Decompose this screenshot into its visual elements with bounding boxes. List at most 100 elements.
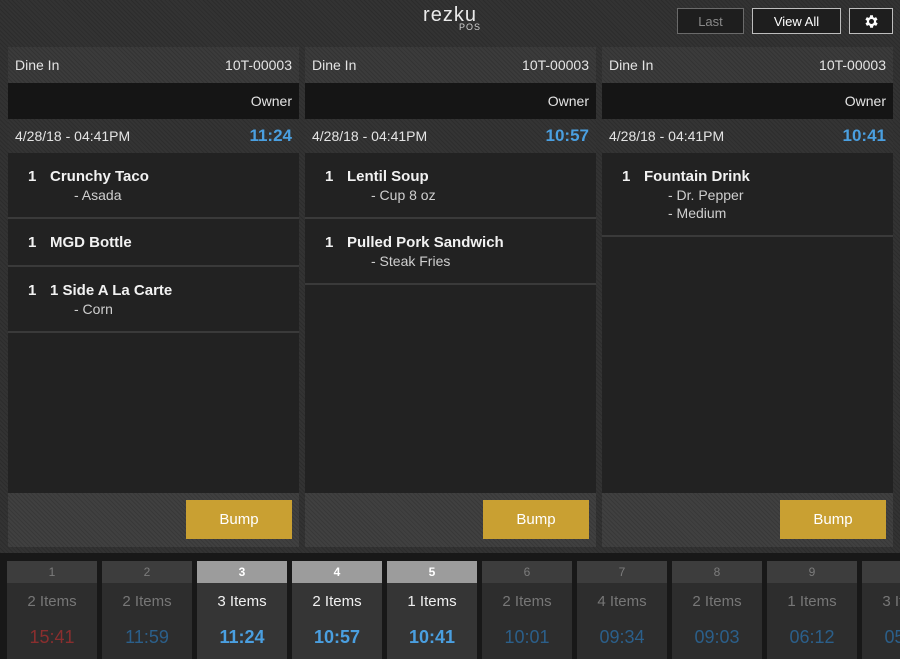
order-item[interactable]: 1 Fountain Drink - Dr. Pepper - Medium bbox=[602, 153, 893, 237]
gear-icon bbox=[864, 14, 878, 28]
bump-button[interactable]: Bump bbox=[780, 500, 886, 539]
queue-number: 3 bbox=[197, 561, 287, 583]
queue-timer: 09:03 bbox=[694, 626, 740, 647]
queue-number: 4 bbox=[292, 561, 382, 583]
queue-timer: 11:59 bbox=[125, 626, 169, 647]
item-qty: 1 bbox=[28, 234, 37, 251]
ticket-header: Dine In 10T-00003 bbox=[8, 47, 299, 83]
queue-item-count: 1 Items bbox=[407, 592, 457, 610]
logo-subtext: POS bbox=[459, 22, 482, 32]
item-modifier: - Corn bbox=[74, 301, 113, 317]
ticket-items: 1 Fountain Drink - Dr. Pepper - Medium bbox=[602, 153, 893, 237]
order-id: 10T-00003 bbox=[225, 57, 292, 73]
order-datetime: 4/28/18 - 04:41PM bbox=[312, 128, 428, 144]
order-id: 10T-00003 bbox=[819, 57, 886, 73]
ticket-queue-strip: 1 2 Items 15:41 2 2 Items 11:59 3 3 Item… bbox=[0, 553, 900, 659]
queue-item-count: 1 Items bbox=[787, 592, 837, 610]
queue-timer: 10:57 bbox=[313, 626, 361, 647]
ticket-items: 1 Lentil Soup - Cup 8 oz 1 Pulled Pork S… bbox=[305, 153, 596, 285]
order-datetime: 4/28/18 - 04:41PM bbox=[609, 128, 725, 144]
item-qty: 1 bbox=[28, 168, 37, 185]
order-item[interactable]: 1 1 Side A La Carte - Corn bbox=[8, 267, 299, 333]
item-qty: 1 bbox=[28, 282, 37, 299]
queue-item-count: 2 Items bbox=[122, 592, 172, 610]
queue-tile[interactable]: 3 3 Items 11:24 bbox=[197, 561, 287, 659]
ticket-owner-row: Owner bbox=[305, 83, 596, 119]
ticket-time-row: 4/28/18 - 04:41PM 10:41 bbox=[602, 119, 893, 153]
order-type: Dine In bbox=[15, 57, 60, 73]
item-qty: 1 bbox=[325, 168, 334, 185]
queue-timer: 05:48 bbox=[884, 626, 900, 647]
bump-button[interactable]: Bump bbox=[186, 500, 292, 539]
owner-label: Owner bbox=[250, 93, 292, 109]
queue-timer: 06:12 bbox=[789, 626, 835, 647]
order-datetime: 4/28/18 - 04:41PM bbox=[15, 128, 131, 144]
last-button[interactable]: Last bbox=[677, 8, 744, 34]
queue-timer: 09:34 bbox=[599, 626, 645, 647]
item-name: 1 Side A La Carte bbox=[50, 282, 173, 299]
queue-item-count: 2 Items bbox=[692, 592, 742, 610]
queue-item-count: 2 Items bbox=[312, 592, 362, 610]
order-item[interactable]: 1 Pulled Pork Sandwich - Steak Fries bbox=[305, 219, 596, 285]
ticket-time-row: 4/28/18 - 04:41PM 10:57 bbox=[305, 119, 596, 153]
item-name: Fountain Drink bbox=[644, 168, 750, 185]
order-item[interactable]: 1 MGD Bottle bbox=[8, 219, 299, 267]
ticket-owner-row: Owner bbox=[8, 83, 299, 119]
ticket-footer: Bump bbox=[602, 493, 893, 547]
queue-tile[interactable]: 6 2 Items 10:01 bbox=[482, 561, 572, 659]
elapsed-timer: 11:24 bbox=[249, 126, 292, 145]
queue-item-count: 2 Items bbox=[502, 592, 552, 610]
queue-number: 9 bbox=[767, 561, 857, 583]
settings-button[interactable] bbox=[849, 8, 893, 34]
queue-number: 8 bbox=[672, 561, 762, 583]
ticket-header: Dine In 10T-00003 bbox=[305, 47, 596, 83]
elapsed-timer: 10:41 bbox=[842, 126, 886, 145]
queue-tile[interactable]: 9 1 Items 06:12 bbox=[767, 561, 857, 659]
queue-tile[interactable]: 1 2 Items 15:41 bbox=[7, 561, 97, 659]
queue-timer: 15:41 bbox=[29, 626, 75, 647]
queue-timer: 11:24 bbox=[219, 626, 265, 647]
queue-item-count: 2 Items bbox=[27, 592, 77, 610]
view-all-button[interactable]: View All bbox=[752, 8, 841, 34]
queue-tile[interactable]: 10 3 Items 05:48 bbox=[862, 561, 900, 659]
order-item[interactable]: 1 Lentil Soup - Cup 8 oz bbox=[305, 153, 596, 219]
ticket-footer: Bump bbox=[8, 493, 299, 547]
item-qty: 1 bbox=[622, 168, 631, 185]
bump-button[interactable]: Bump bbox=[483, 500, 589, 539]
queue-number: 10 bbox=[862, 561, 900, 583]
ticket-footer: Bump bbox=[305, 493, 596, 547]
elapsed-timer: 10:57 bbox=[545, 126, 589, 145]
ticket-card[interactable]: Dine In 10T-00003 Owner 4/28/18 - 04:41P… bbox=[602, 47, 893, 547]
ticket-time-row: 4/28/18 - 04:41PM 11:24 bbox=[8, 119, 299, 153]
queue-item-count: 4 Items bbox=[597, 592, 647, 610]
item-modifier: - Cup 8 oz bbox=[371, 187, 436, 203]
queue-tile[interactable]: 2 2 Items 11:59 bbox=[102, 561, 192, 659]
ticket-header: Dine In 10T-00003 bbox=[602, 47, 893, 83]
item-name: Pulled Pork Sandwich bbox=[347, 234, 504, 251]
owner-label: Owner bbox=[547, 93, 589, 109]
queue-item-count: 3 Items bbox=[217, 592, 267, 610]
queue-number: 6 bbox=[482, 561, 572, 583]
queue-item-count: 3 Items bbox=[882, 592, 900, 610]
ticket-card[interactable]: Dine In 10T-00003 Owner 4/28/18 - 04:41P… bbox=[8, 47, 299, 547]
item-name: MGD Bottle bbox=[50, 234, 132, 251]
queue-tile[interactable]: 5 1 Items 10:41 bbox=[387, 561, 477, 659]
queue-tile[interactable]: 7 4 Items 09:34 bbox=[577, 561, 667, 659]
queue-timer: 10:41 bbox=[408, 626, 456, 647]
item-modifier: - Asada bbox=[74, 187, 122, 203]
queue-timer: 10:01 bbox=[504, 626, 550, 647]
queue-number: 5 bbox=[387, 561, 477, 583]
order-id: 10T-00003 bbox=[522, 57, 589, 73]
owner-label: Owner bbox=[844, 93, 886, 109]
queue-number: 2 bbox=[102, 561, 192, 583]
order-type: Dine In bbox=[312, 57, 357, 73]
order-item[interactable]: 1 Crunchy Taco - Asada bbox=[8, 153, 299, 219]
ticket-owner-row: Owner bbox=[602, 83, 893, 119]
queue-tile[interactable]: 8 2 Items 09:03 bbox=[672, 561, 762, 659]
queue-tile[interactable]: 4 2 Items 10:57 bbox=[292, 561, 382, 659]
ticket-items: 1 Crunchy Taco - Asada 1 MGD Bottle 1 1 … bbox=[8, 153, 299, 333]
ticket-card[interactable]: Dine In 10T-00003 Owner 4/28/18 - 04:41P… bbox=[305, 47, 596, 547]
queue-number: 7 bbox=[577, 561, 667, 583]
item-modifier: - Medium bbox=[668, 205, 727, 221]
item-modifier: - Dr. Pepper bbox=[668, 187, 744, 203]
